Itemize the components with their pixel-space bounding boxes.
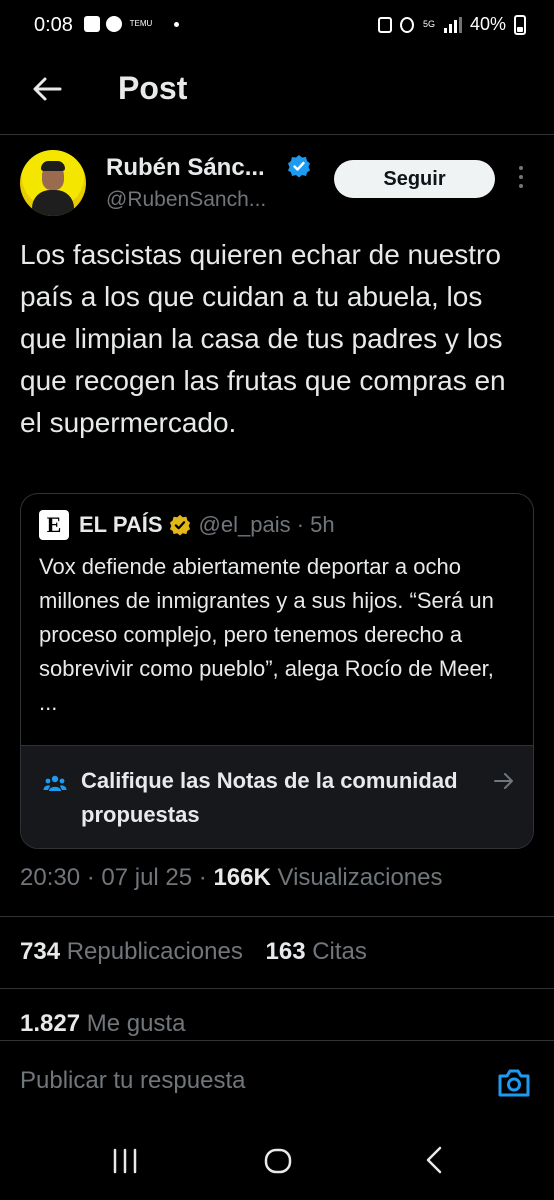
- verified-badge-icon: [288, 155, 310, 178]
- facebook-icon: [106, 16, 122, 32]
- battery-icon: [514, 14, 526, 35]
- reply-composer: Publicar tu respuesta: [0, 1040, 554, 1127]
- divider: [0, 916, 554, 917]
- status-time: 0:08: [34, 14, 73, 36]
- likes-count: 1.827: [20, 1010, 81, 1037]
- page-title: Post: [118, 70, 188, 106]
- engagement-stats: 734 Republicaciones 163 Citas: [20, 938, 367, 966]
- gold-verified-badge-icon: [169, 514, 190, 536]
- system-icons: 5G 40%: [377, 14, 526, 35]
- tweet-datetime: 20:30 · 07 jul 25 ·: [20, 864, 214, 891]
- reposts-count: 734: [20, 938, 61, 965]
- alarm-icon: [399, 16, 414, 33]
- likes-stat[interactable]: 1.827 Me gusta: [20, 1010, 185, 1038]
- notification-icons: TEMU: [84, 16, 179, 32]
- divider: [0, 988, 554, 989]
- reposts-stat[interactable]: 734 Republicaciones: [20, 938, 243, 965]
- likes-label: Me gusta: [80, 1010, 186, 1037]
- tweet-meta: 20:30 · 07 jul 25 · 166K Visualizaciones: [20, 864, 442, 892]
- system-back-icon[interactable]: [420, 1144, 450, 1176]
- community-notes-prompt[interactable]: Califique las Notas de la comunidad prop…: [21, 745, 533, 848]
- top-bar: Post: [0, 54, 554, 135]
- quotes-stat[interactable]: 163 Citas: [266, 938, 367, 965]
- quotes-label: Citas: [305, 938, 367, 965]
- follow-button[interactable]: Seguir: [334, 160, 495, 198]
- tweet-text: Los fascistas quieren echar de nuestro p…: [20, 239, 506, 438]
- quoted-tweet-header: E EL PAÍS @el_pais · 5h: [39, 510, 335, 540]
- battery-percent: 40%: [469, 14, 506, 34]
- gallery-icon: [84, 16, 100, 32]
- more-options-icon[interactable]: [514, 166, 528, 194]
- quoted-author-handle: @el_pais · 5h: [198, 512, 335, 537]
- community-notes-label: Califique las Notas de la comunidad prop…: [81, 768, 458, 827]
- recent-apps-icon[interactable]: [110, 1146, 140, 1176]
- battery-saver-icon: [377, 16, 392, 33]
- community-notes-icon: [43, 775, 67, 791]
- el-pais-logo: E: [39, 510, 69, 540]
- more-notifications-dot: [174, 21, 179, 27]
- system-nav-bar: [0, 1126, 554, 1200]
- network-5g-icon: 5G: [422, 19, 435, 29]
- quoted-tweet-text: Vox defiende abiertamente deportar a och…: [39, 554, 494, 715]
- views-count: 166K: [213, 864, 271, 891]
- quotes-count: 163: [265, 938, 306, 965]
- views-label: Visualizaciones: [270, 864, 443, 891]
- temu-icon: TEMU: [129, 19, 153, 28]
- quoted-tweet[interactable]: E EL PAÍS @el_pais · 5h Vox defiende abi…: [20, 493, 534, 849]
- quoted-author-name: EL PAÍS: [79, 512, 163, 537]
- avatar[interactable]: [20, 150, 86, 216]
- back-arrow-icon[interactable]: [30, 72, 64, 106]
- camera-icon[interactable]: [496, 1065, 532, 1101]
- reply-input[interactable]: Publicar tu respuesta: [20, 1067, 245, 1095]
- author-name[interactable]: Rubén Sánc...: [106, 154, 265, 182]
- arrow-right-icon: [494, 773, 513, 789]
- home-icon[interactable]: [263, 1146, 293, 1176]
- status-bar: 0:08 TEMU 5G 40%: [0, 0, 554, 54]
- author-handle[interactable]: @RubenSanch...: [106, 188, 266, 212]
- signal-icon: [443, 16, 462, 33]
- reposts-label: Republicaciones: [60, 938, 243, 965]
